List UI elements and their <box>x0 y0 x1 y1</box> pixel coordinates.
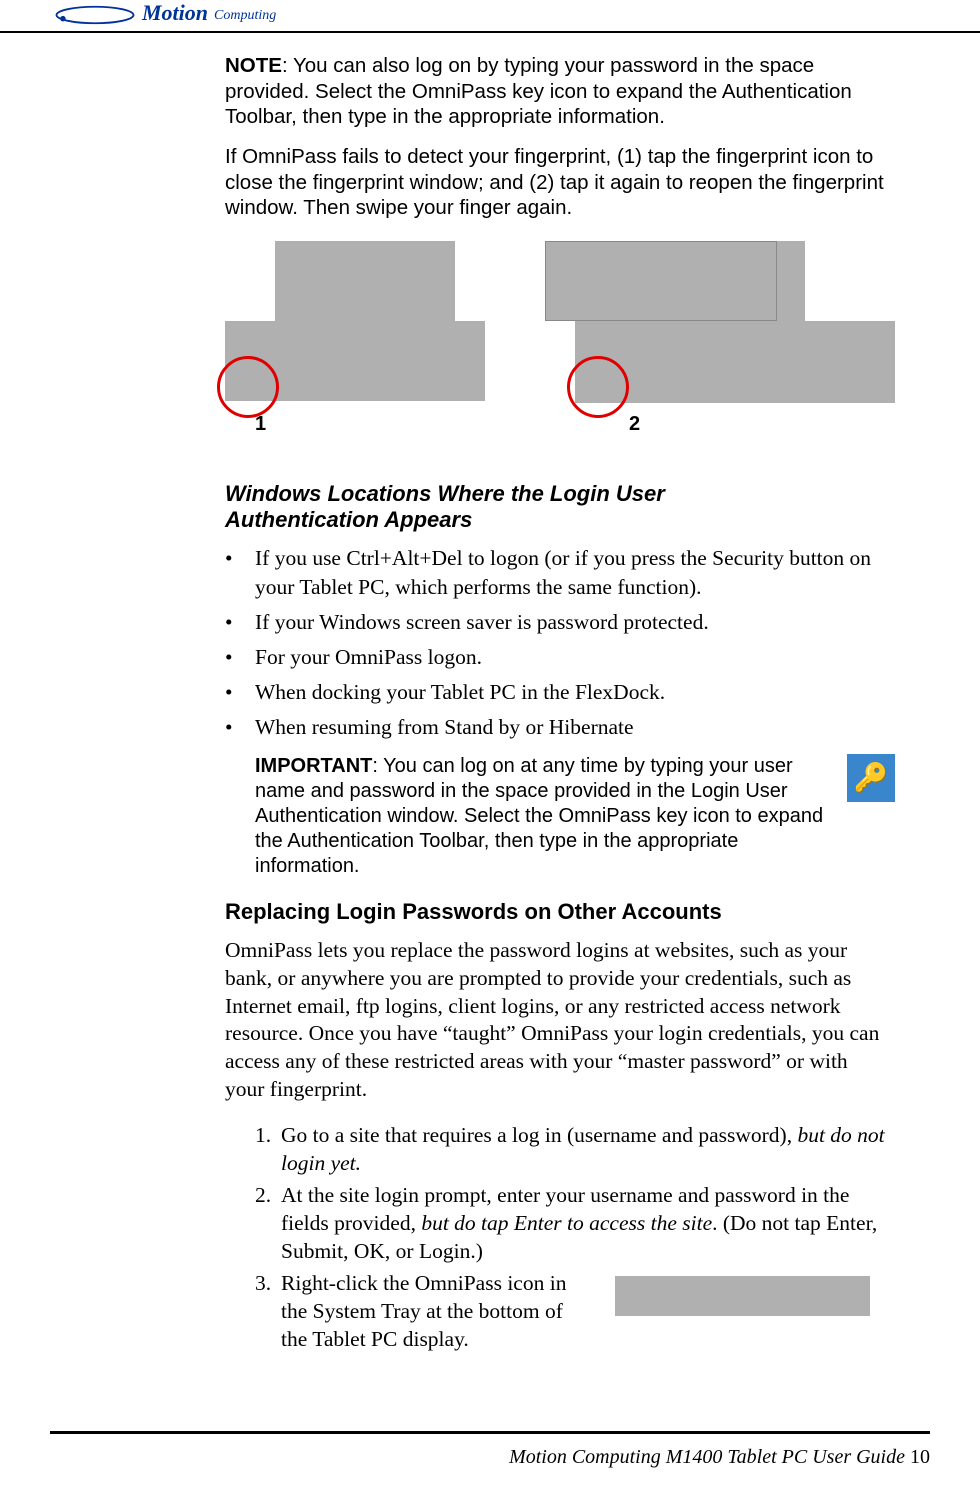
numbered-list: 1. Go to a site that requires a log in (… <box>255 1122 885 1354</box>
logo-swoosh-icon <box>50 4 140 26</box>
list-item: 1. Go to a site that requires a log in (… <box>255 1122 885 1178</box>
heading-replacing: Replacing Login Passwords on Other Accou… <box>225 899 885 925</box>
diagram-box-2a <box>545 241 777 321</box>
diagram-label-2: 2 <box>629 413 640 436</box>
note-label: NOTE <box>225 54 282 77</box>
diagram-label-1: 1 <box>255 413 266 436</box>
heading-locations: Windows Locations Where the Login User A… <box>225 481 885 534</box>
heading-locations-l2: Authentication Appears <box>225 507 885 533</box>
logo-sub: Computing <box>214 8 276 24</box>
footer: Motion Computing M1400 Tablet PC User Gu… <box>50 1431 930 1469</box>
list-item: •If your Windows screen saver is passwor… <box>225 608 885 637</box>
diagram: 1 2 <box>225 241 885 441</box>
list-item: 3. Right-click the OmniPass icon in the … <box>255 1270 885 1354</box>
logo: Motion Computing <box>50 0 930 26</box>
bullet-list: •If you use Ctrl+Alt+Del to logon (or if… <box>225 544 885 742</box>
step3-image-placeholder <box>615 1276 870 1316</box>
list-item: •When docking your Tablet PC in the Flex… <box>225 678 885 707</box>
logo-brand: Motion <box>142 0 208 26</box>
heading-locations-l1: Windows Locations Where the Login User <box>225 481 885 507</box>
key-icon: 🔑 <box>847 754 895 802</box>
footer-text: Motion Computing M1400 Tablet PC User Gu… <box>509 1446 910 1468</box>
header: Motion Computing <box>0 0 980 33</box>
note-text: : You can also log on by typing your pas… <box>225 54 852 128</box>
important-block: IMPORTANT: You can log on at any time by… <box>255 754 885 879</box>
diagram-box-1a <box>275 241 455 321</box>
list-item: •When resuming from Stand by or Hibernat… <box>225 713 885 742</box>
replacing-paragraph: OmniPass lets you replace the password l… <box>225 937 885 1105</box>
important-label: IMPORTANT <box>255 755 372 777</box>
list-item: •If you use Ctrl+Alt+Del to logon (or if… <box>225 544 885 602</box>
note-followup: If OmniPass fails to detect your fingerp… <box>225 144 885 221</box>
list-item: 2. At the site login prompt, enter your … <box>255 1182 885 1266</box>
list-item: •For your OmniPass logon. <box>225 643 885 672</box>
diagram-circle-2 <box>567 356 629 418</box>
note-block: NOTE: You can also log on by typing your… <box>225 53 885 130</box>
page-number: 10 <box>910 1446 930 1468</box>
diagram-circle-1 <box>217 356 279 418</box>
diagram-box-2b <box>777 241 805 321</box>
